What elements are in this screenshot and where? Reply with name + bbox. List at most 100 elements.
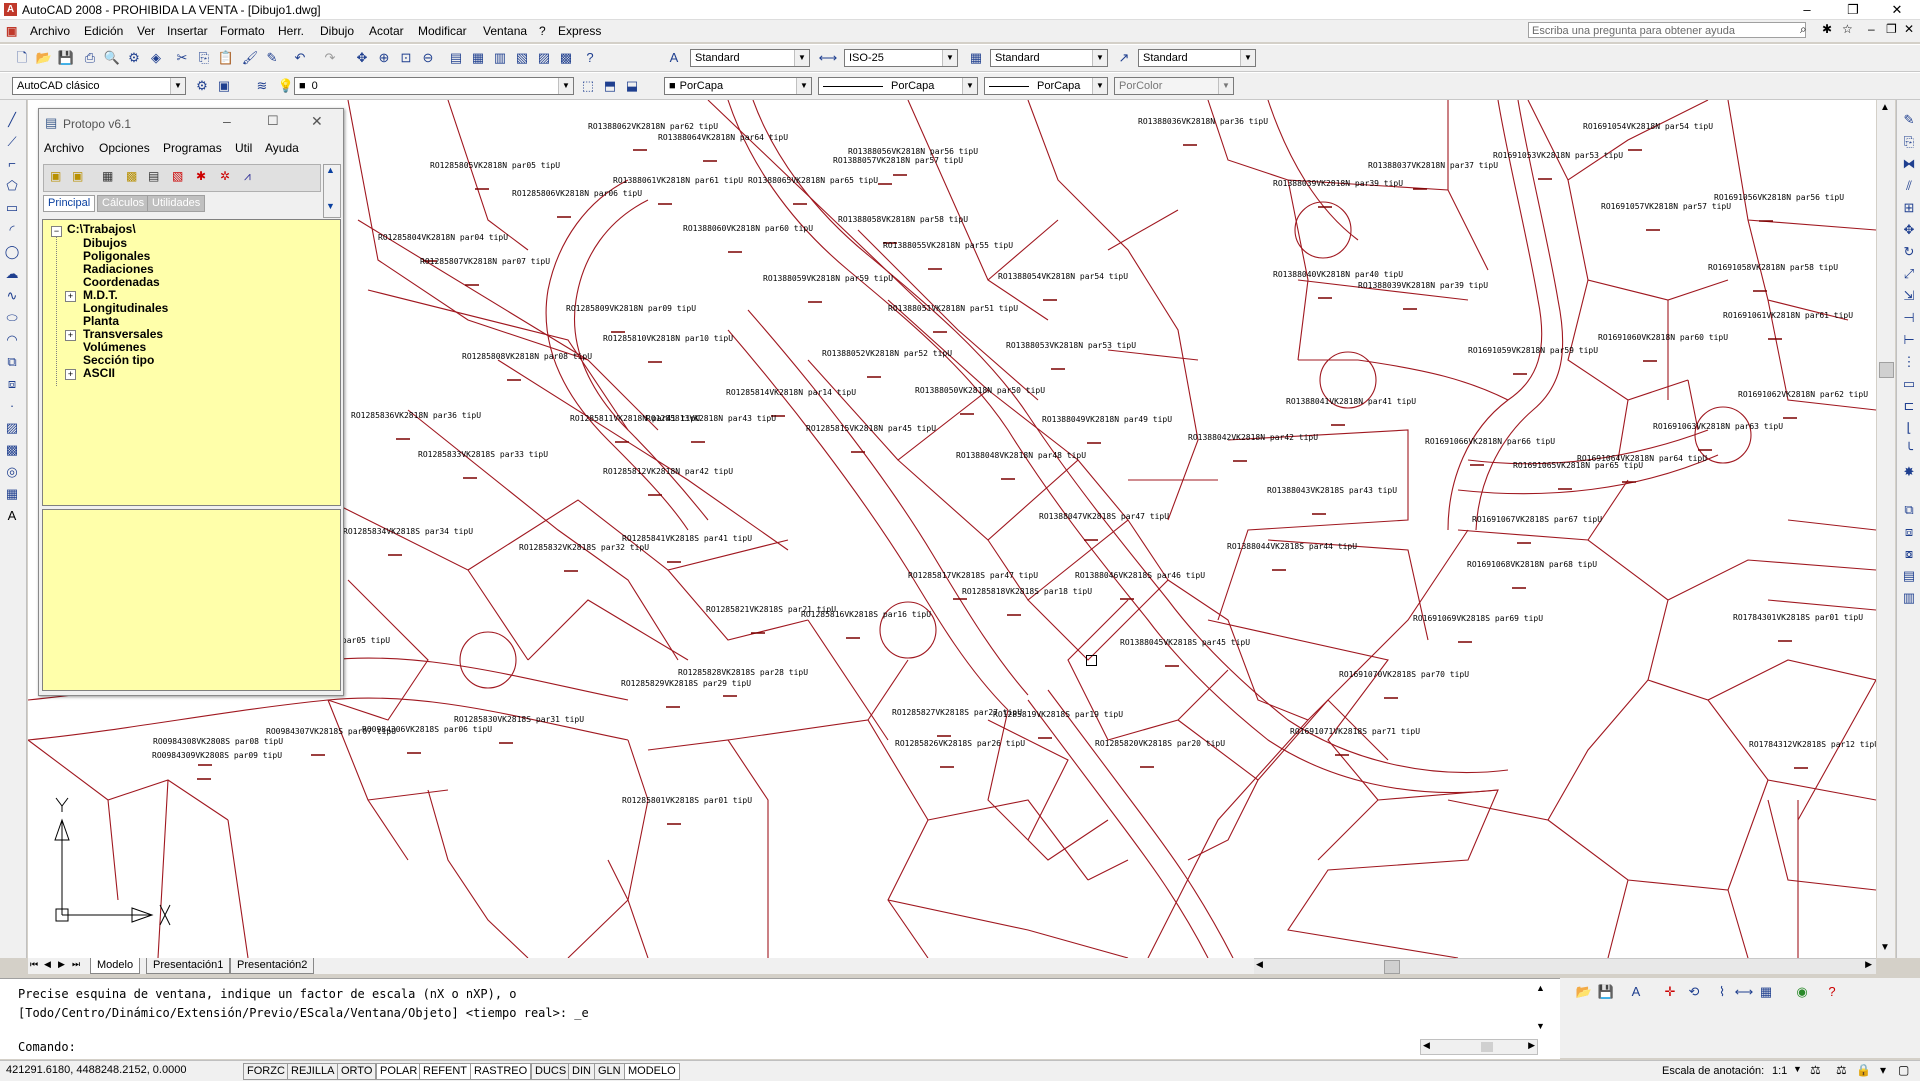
table-view-icon[interactable]: ▤: [148, 169, 159, 183]
toggle-forzc[interactable]: FORZC: [243, 1063, 289, 1080]
tab-presentacion2[interactable]: Presentación2: [230, 958, 315, 974]
break-point-icon[interactable]: ⋮: [1899, 352, 1919, 372]
paste-icon[interactable]: 📋: [216, 48, 236, 68]
tree-item[interactable]: Transversales: [83, 327, 163, 341]
spline-icon[interactable]: ∿: [2, 286, 22, 306]
menu-edicion[interactable]: Edición: [84, 24, 123, 38]
tab-modelo[interactable]: Modelo: [90, 958, 141, 974]
region-icon[interactable]: ◎: [2, 462, 22, 482]
rotate-icon[interactable]: ↻: [1899, 242, 1919, 262]
insert-block-icon[interactable]: ⧉: [2, 352, 22, 372]
layer-manager-icon[interactable]: ≋: [252, 76, 272, 96]
snap-tools-icon[interactable]: ✛: [1660, 982, 1680, 1002]
menu-herr[interactable]: Herr.: [278, 24, 304, 38]
menu-ver[interactable]: Ver: [137, 24, 155, 38]
menu-acotar[interactable]: Acotar: [369, 24, 404, 38]
workspace-save-icon[interactable]: ▣: [214, 76, 234, 96]
design-center-icon[interactable]: ▦: [468, 48, 488, 68]
horizontal-scrollbar[interactable]: ◀ ▶: [1254, 958, 1876, 974]
tree-item[interactable]: Dibujos: [83, 236, 127, 250]
tab-next-icon[interactable]: ▶: [58, 959, 65, 970]
help-search-input[interactable]: Escriba una pregunta para obtener ayuda: [1528, 22, 1806, 38]
layer-previous-icon[interactable]: ⬒: [600, 76, 620, 96]
dim-style-select[interactable]: ISO-25 ▼: [844, 49, 958, 67]
cmd-scroll-up-icon[interactable]: ▲: [1536, 983, 1545, 993]
3d-dwf-icon[interactable]: ◈: [146, 48, 166, 68]
hatch-back-icon[interactable]: ▥: [1899, 588, 1919, 608]
preview-icon[interactable]: 🔍: [102, 48, 122, 68]
plotstyle-select[interactable]: PorColor ▼: [1114, 77, 1234, 95]
linetype-select[interactable]: PorCapa ▼: [818, 77, 978, 95]
workspace-select[interactable]: AutoCAD clásico ▼: [12, 77, 186, 95]
block-editor-icon[interactable]: ✎: [262, 48, 282, 68]
table-style-icon[interactable]: ▦: [966, 48, 986, 68]
make-current-icon[interactable]: ⬚: [578, 76, 598, 96]
mleader-style-select[interactable]: Standard ▼: [1138, 49, 1256, 67]
folder-open-icon[interactable]: ▣: [50, 169, 61, 183]
offset-icon[interactable]: ⫽: [1899, 176, 1919, 196]
protopo-toolbar-scroll[interactable]: ▲ ▼: [323, 164, 341, 218]
sheet-set-icon[interactable]: ▧: [512, 48, 532, 68]
break-icon[interactable]: ▭: [1899, 374, 1919, 394]
tree-item[interactable]: Planta: [83, 314, 119, 328]
tree-item[interactable]: Coordenadas: [83, 275, 160, 289]
text-above-icon[interactable]: ▤: [1899, 566, 1919, 586]
command-prompt[interactable]: Comando:: [18, 1040, 76, 1054]
tray-settings-icon[interactable]: ▾: [1880, 1063, 1886, 1077]
doc-close-button[interactable]: ✕: [1904, 22, 1914, 36]
dim-style-icon[interactable]: ⟷: [818, 48, 838, 68]
polyline-icon[interactable]: ⌐: [2, 154, 22, 174]
line-icon[interactable]: ╱: [2, 110, 22, 130]
tree-expand-icon[interactable]: +: [65, 330, 76, 341]
annotation-scale-value[interactable]: 1:1: [1772, 1065, 1787, 1077]
protopo-maximize-button[interactable]: ☐: [267, 113, 279, 129]
chevron-down-icon[interactable]: ▼: [1793, 1064, 1802, 1074]
annotation-visibility-icon[interactable]: ⚖: [1810, 1063, 1821, 1077]
protopo-menu-util[interactable]: Util: [235, 141, 252, 155]
calculator-icon[interactable]: ▩: [556, 48, 576, 68]
join-icon[interactable]: ⊏: [1899, 396, 1919, 416]
menu-insertar[interactable]: Insertar: [167, 24, 208, 38]
arc-icon[interactable]: ◜: [2, 220, 22, 240]
bring-front-icon[interactable]: ⧈: [1899, 522, 1919, 542]
vertical-scroll-thumb[interactable]: [1879, 362, 1894, 378]
cmd-scroll-down-icon[interactable]: ▼: [1536, 1021, 1545, 1031]
tree-expand-icon[interactable]: +: [65, 369, 76, 380]
communication-icon[interactable]: ✱: [1822, 22, 1832, 36]
scroll-right-icon[interactable]: ▶: [1865, 959, 1872, 970]
search-icon[interactable]: ⌕: [1800, 22, 1807, 37]
tab-last-icon[interactable]: ⏭: [72, 959, 80, 970]
layer-select[interactable]: ■ 0 ▼: [294, 77, 574, 95]
tool-palettes-icon[interactable]: ▥: [490, 48, 510, 68]
tree-item[interactable]: Volúmenes: [83, 340, 146, 354]
menu-express[interactable]: Express: [558, 24, 601, 38]
chevron-down-icon[interactable]: ▼: [558, 78, 573, 94]
doc-minimize-button[interactable]: –: [1868, 22, 1875, 36]
save-icon[interactable]: 💾: [56, 48, 76, 68]
scroll-up-icon[interactable]: ▲: [326, 165, 335, 175]
make-block-icon[interactable]: ⧈: [2, 374, 22, 394]
table-icon[interactable]: ▦: [2, 484, 22, 504]
tree-expand-icon[interactable]: +: [65, 291, 76, 302]
open-icon[interactable]: 📂: [34, 48, 54, 68]
protopo-tab-utilidades[interactable]: Utilidades: [147, 195, 206, 212]
layer-state-icon[interactable]: ⬓: [622, 76, 642, 96]
close-button[interactable]: ✕: [1874, 0, 1920, 19]
extend-icon[interactable]: ⊢: [1899, 330, 1919, 350]
chevron-down-icon[interactable]: ▼: [1092, 78, 1107, 94]
menu-formato[interactable]: Formato: [220, 24, 265, 38]
construction-line-icon[interactable]: ⟋: [2, 132, 22, 152]
cmd-scroll-right-icon[interactable]: ▶: [1528, 1040, 1535, 1051]
tree-item[interactable]: M.D.T.: [83, 288, 118, 302]
polyline-tools-icon[interactable]: ⌇: [1712, 982, 1732, 1002]
redo-icon[interactable]: ↷: [320, 48, 340, 68]
lightbulb-icon[interactable]: 💡: [276, 76, 296, 96]
draw-order-icon[interactable]: ⧉: [1899, 500, 1919, 520]
cmd-hscroll[interactable]: ◀ ▶: [1420, 1039, 1538, 1055]
zoom-previous-icon[interactable]: ⊖: [418, 48, 438, 68]
print-icon[interactable]: ⎙: [80, 48, 100, 68]
clean-screen-icon[interactable]: ▢: [1898, 1063, 1909, 1077]
toggle-gln[interactable]: GLN: [594, 1063, 625, 1080]
protopo-menu-programas[interactable]: Programas: [163, 141, 222, 155]
toggle-ducs[interactable]: DUCS: [531, 1063, 571, 1080]
